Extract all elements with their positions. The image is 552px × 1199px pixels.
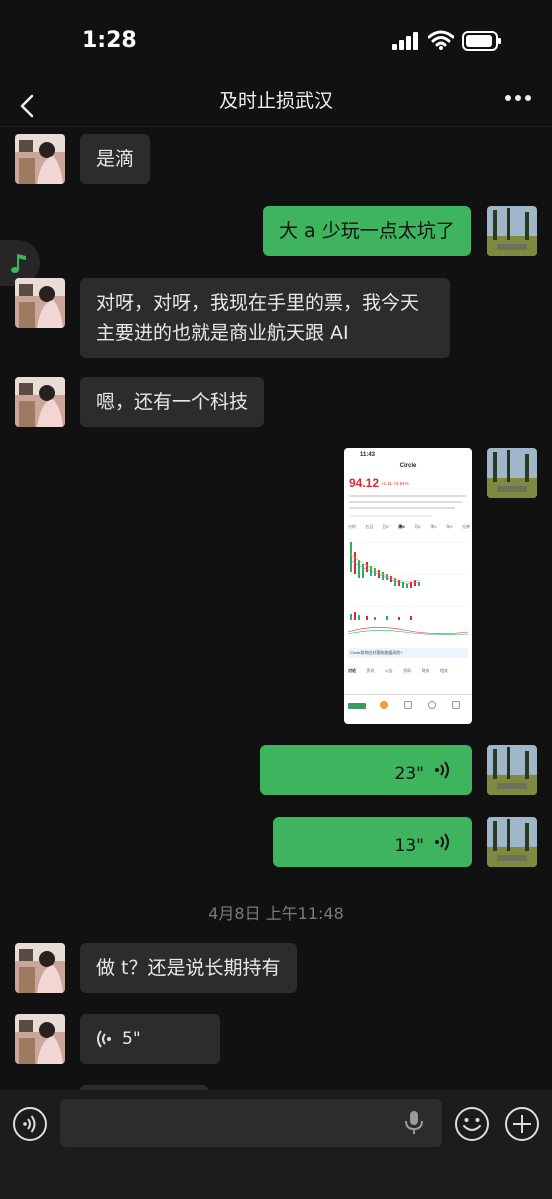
status-time: 1:28 (82, 28, 137, 53)
message-bubble-incoming[interactable]: 是滴 (80, 134, 151, 184)
shot-tab: 年K (446, 524, 453, 529)
message-text: 是滴 (96, 148, 135, 170)
voice-message-incoming[interactable]: 5" (80, 1014, 220, 1064)
shot-stock-name: Circle (399, 463, 417, 469)
voice-duration: 23" (394, 764, 424, 784)
status-bar: 1:28 (0, 0, 552, 80)
message-bubble-incoming[interactable]: 对呀，对呀，我现在手里的票，我今天主要进的也就是商业航天跟 AI (80, 278, 450, 358)
header-divider (0, 126, 552, 127)
message-text: 大 a 少玩一点太坑了 (279, 220, 455, 242)
voice-wave-icon (97, 1030, 111, 1048)
emoji-icon[interactable] (454, 1106, 490, 1142)
shot-banner-text: Circle如何应对营收放缓风险? (350, 650, 403, 655)
message-text: 做 t？还是说长期持有 (96, 957, 281, 979)
shot-chart-tabs: 分时 五日 日K 周K 月K 季K 年K 分钟 (348, 524, 470, 530)
message-text: 对呀，对呀，我现在手里的票，我今天主要进的也就是商业航天跟 AI (96, 292, 420, 344)
message-bubble-outgoing[interactable]: 大 a 少玩一点太坑了 (263, 206, 471, 256)
voice-message-outgoing[interactable]: 13" (273, 817, 472, 867)
shot-tab: 分时 (348, 524, 356, 529)
message-input[interactable] (60, 1099, 442, 1147)
shot-sub-tabs: 讨论 资讯 公告 资料 财务 相关 (348, 668, 448, 674)
chat-title: 及时止损武汉 (218, 90, 333, 112)
shot-tab: 日K (382, 524, 390, 529)
signal-icon (392, 32, 418, 50)
contact-avatar[interactable] (15, 943, 65, 993)
my-avatar[interactable] (487, 448, 537, 498)
contact-avatar[interactable] (15, 377, 65, 427)
voice-message-outgoing[interactable]: 23" (260, 745, 472, 795)
shot-sub-tab: 资讯 (366, 668, 375, 673)
image-message[interactable]: 11:43 Circle 94.12 +1.11 +2.54% 分时 五日 日K… (344, 448, 472, 724)
voice-duration: 13" (394, 836, 424, 856)
shot-tab: 分钟 (462, 524, 470, 529)
shot-info-rows (349, 492, 467, 517)
shot-bottom-bar (344, 694, 472, 724)
shot-kline-chart (347, 541, 469, 635)
contact-avatar[interactable] (15, 1014, 65, 1064)
shot-banner: Circle如何应对营收放缓风险? (348, 648, 468, 658)
message-bubble-incoming[interactable]: 嗯，还有一个科技 (80, 377, 265, 427)
input-bar (0, 1090, 552, 1199)
message-bubble-incoming[interactable]: 做 t？还是说长期持有 (80, 943, 297, 993)
shot-tab: 月K (414, 524, 422, 529)
contact-avatar[interactable] (15, 278, 65, 328)
message-timestamp: 4月8日 上午11:48 (208, 904, 344, 923)
message-text: 嗯，还有一个科技 (96, 391, 249, 413)
battery-icon (462, 31, 501, 51)
voice-input-toggle-icon[interactable] (12, 1106, 48, 1142)
shot-sub-tab: 讨论 (348, 668, 356, 673)
music-note-icon (11, 254, 26, 273)
shot-sub-tab: 财务 (421, 668, 430, 673)
shot-sub-tab: 资料 (403, 668, 412, 673)
microphone-icon[interactable] (404, 1110, 424, 1136)
shot-tab: 五日 (365, 524, 374, 529)
add-plus-icon[interactable] (504, 1106, 540, 1142)
my-avatar[interactable] (487, 206, 537, 256)
my-avatar[interactable] (487, 745, 537, 795)
my-avatar[interactable] (487, 817, 537, 867)
shot-tab: 周K (398, 524, 406, 529)
wifi-icon (428, 30, 454, 50)
shot-price: 94.12 (349, 476, 380, 490)
voice-duration: 5" (122, 1029, 141, 1049)
shot-sub-tab: 相关 (439, 668, 448, 673)
chat-header: 及时止损武汉 (0, 78, 552, 122)
more-options-icon[interactable] (504, 94, 532, 102)
shot-change: +1.11 +2.54% (381, 481, 409, 486)
voice-wave-icon (435, 761, 449, 779)
shot-sub-tab: 公告 (384, 668, 393, 673)
shot-tab: 季K (430, 524, 437, 529)
voice-wave-icon (435, 833, 449, 851)
shot-status-time: 11:43 (360, 452, 376, 458)
contact-avatar[interactable] (15, 134, 65, 184)
